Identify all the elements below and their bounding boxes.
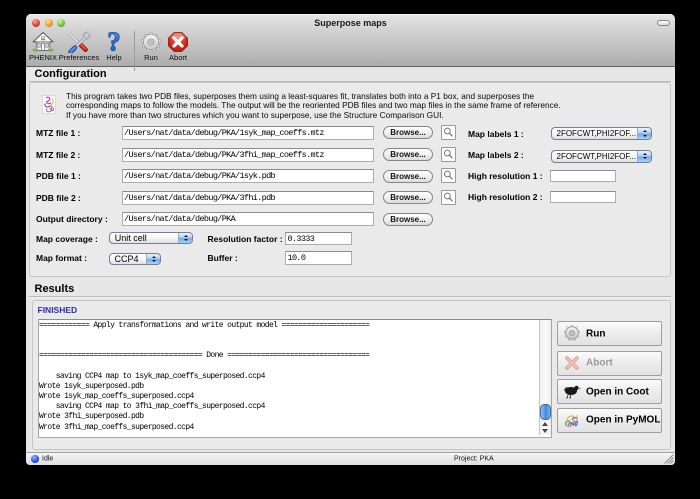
- svg-text:?: ?: [107, 31, 121, 53]
